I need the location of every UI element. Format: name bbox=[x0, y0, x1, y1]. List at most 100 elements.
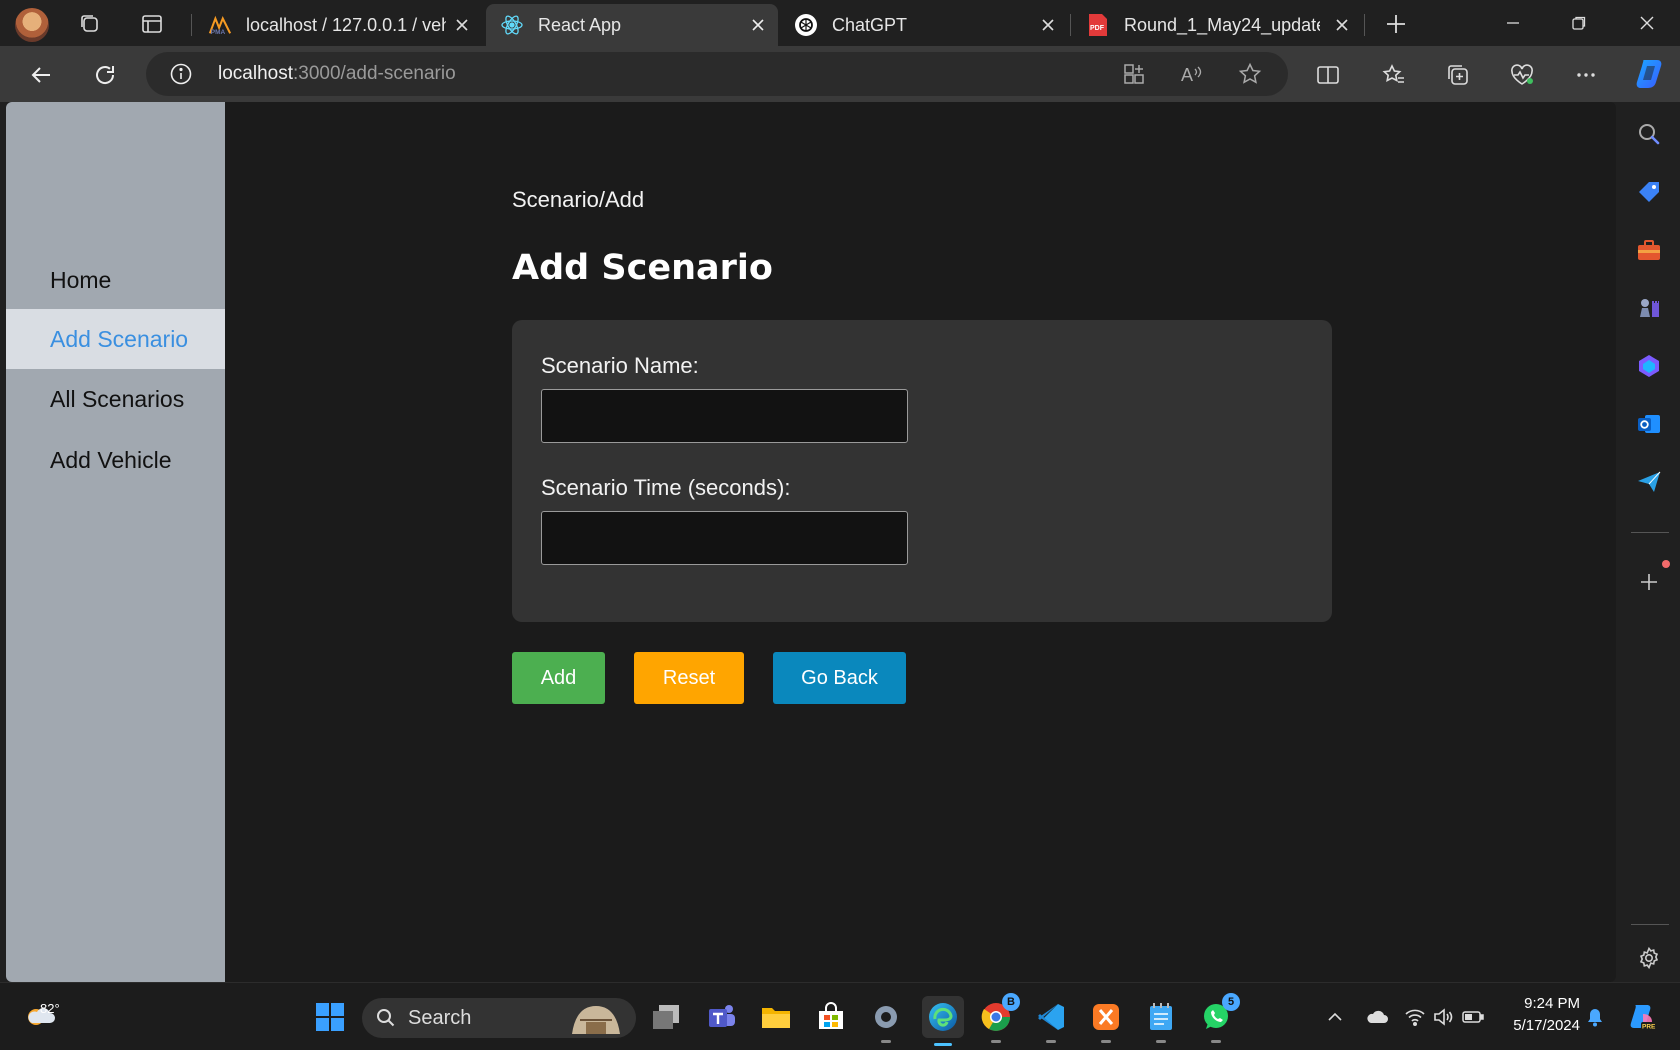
notepad-icon[interactable] bbox=[1143, 999, 1179, 1043]
taskbar-search[interactable]: Search bbox=[362, 998, 636, 1038]
url-host: localhost bbox=[218, 63, 293, 84]
windows-start-icon[interactable] bbox=[312, 999, 348, 1035]
search-icon[interactable] bbox=[1635, 120, 1663, 148]
send-plane-icon[interactable] bbox=[1635, 468, 1663, 496]
copilot-pre-icon[interactable]: PRE bbox=[1626, 1001, 1658, 1033]
collections-icon[interactable] bbox=[1441, 58, 1475, 92]
close-window-icon[interactable] bbox=[1624, 8, 1670, 38]
volume-icon[interactable] bbox=[1432, 1006, 1454, 1028]
close-tab-icon[interactable] bbox=[1332, 15, 1352, 35]
minimize-icon[interactable] bbox=[1490, 8, 1536, 38]
phpmyadmin-icon: PMA bbox=[208, 13, 232, 37]
svg-text:PDF: PDF bbox=[1090, 25, 1105, 32]
edge-browser-icon[interactable] bbox=[922, 996, 964, 1046]
close-tab-icon[interactable] bbox=[748, 15, 768, 35]
browser-toolbar: localhost:3000/add-scenario A bbox=[0, 46, 1680, 102]
tab-title: Round_1_May24_updated bbox=[1124, 14, 1320, 35]
scenario-name-input[interactable] bbox=[541, 389, 908, 443]
reset-button[interactable]: Reset bbox=[634, 652, 744, 704]
clock-date: 5/17/2024 bbox=[1513, 1017, 1580, 1034]
teams-icon[interactable] bbox=[704, 999, 740, 1035]
back-arrow-icon[interactable] bbox=[24, 58, 58, 92]
pdf-icon: PDF bbox=[1086, 13, 1110, 37]
outlook-icon[interactable] bbox=[1635, 410, 1663, 438]
address-bar[interactable]: localhost:3000/add-scenario A bbox=[146, 52, 1288, 96]
settings-gear-icon[interactable] bbox=[1635, 944, 1663, 972]
add-sidebar-app-icon[interactable] bbox=[1635, 568, 1663, 596]
svg-text:A: A bbox=[1181, 65, 1193, 85]
svg-text:PMA: PMA bbox=[211, 29, 226, 36]
sidebar-item-add-vehicle[interactable]: Add Vehicle bbox=[6, 430, 225, 490]
chrome-profile-badge: B bbox=[1002, 993, 1020, 1011]
page-viewport: Home Add Scenario All Scenarios Add Vehi… bbox=[6, 102, 1616, 982]
wifi-icon[interactable] bbox=[1404, 1006, 1426, 1028]
windows-taskbar: 82° Search B 5 9:24 PM 5/17/2024 PRE bbox=[0, 982, 1680, 1050]
scenario-form: Scenario Name: Scenario Time (seconds): bbox=[512, 320, 1332, 622]
microsoft-store-icon[interactable] bbox=[813, 999, 849, 1035]
new-tab-icon[interactable] bbox=[1382, 10, 1410, 38]
notification-dot bbox=[1662, 560, 1670, 568]
favorite-star-icon[interactable] bbox=[1238, 62, 1262, 86]
svg-text:PRE: PRE bbox=[1642, 1024, 1656, 1031]
url-text[interactable]: localhost:3000/add-scenario bbox=[218, 63, 456, 85]
go-back-button[interactable]: Go Back bbox=[773, 652, 906, 704]
scenario-time-label: Scenario Time (seconds): bbox=[541, 475, 791, 500]
sidebar-item-all-scenarios[interactable]: All Scenarios bbox=[6, 369, 225, 429]
sidebar-item-home[interactable]: Home bbox=[6, 250, 225, 310]
battery-icon[interactable] bbox=[1462, 1006, 1484, 1028]
browser-tab-strip: PMA localhost / 127.0.0.1 / veh React Ap… bbox=[0, 0, 1680, 46]
restore-icon[interactable] bbox=[1556, 8, 1602, 38]
tab-pdf[interactable]: PDF Round_1_May24_updated bbox=[1072, 4, 1362, 46]
favorites-icon[interactable] bbox=[1377, 58, 1411, 92]
system-clock[interactable]: 9:24 PM 5/17/2024 bbox=[1500, 993, 1580, 1037]
breadcrumb: Scenario/Add bbox=[512, 187, 645, 212]
react-icon bbox=[500, 13, 524, 37]
copilot-m365-icon[interactable] bbox=[1635, 352, 1663, 380]
tab-title: ChatGPT bbox=[832, 14, 908, 35]
tab-phpmyadmin[interactable]: PMA localhost / 127.0.0.1 / veh bbox=[194, 4, 482, 46]
settings-gear-icon[interactable] bbox=[868, 999, 904, 1043]
read-aloud-icon[interactable]: A bbox=[1180, 62, 1204, 86]
tab-react-app[interactable]: React App bbox=[486, 4, 778, 46]
close-tab-icon[interactable] bbox=[452, 15, 472, 35]
scenario-time-input[interactable] bbox=[541, 511, 908, 565]
onedrive-cloud-icon[interactable] bbox=[1366, 1006, 1388, 1028]
tab-title: localhost / 127.0.0.1 / veh bbox=[246, 14, 446, 35]
xampp-icon[interactable] bbox=[1088, 999, 1124, 1043]
chatgpt-icon bbox=[794, 13, 818, 37]
taskbar-search-label: Search bbox=[408, 1007, 472, 1029]
browser-essentials-icon[interactable] bbox=[1505, 58, 1539, 92]
weather-temperature: 82° bbox=[40, 1001, 60, 1016]
sidebar-item-add-scenario[interactable]: Add Scenario bbox=[6, 309, 225, 369]
shopping-tag-icon[interactable] bbox=[1635, 178, 1663, 206]
split-screen-icon[interactable] bbox=[1311, 58, 1345, 92]
file-explorer-icon[interactable] bbox=[758, 999, 794, 1035]
profile-avatar[interactable] bbox=[15, 8, 49, 42]
app-sidebar: Home Add Scenario All Scenarios Add Vehi… bbox=[6, 102, 225, 982]
scenario-name-label: Scenario Name: bbox=[541, 353, 699, 378]
search-highlight-icon bbox=[572, 1006, 620, 1034]
site-info-icon[interactable] bbox=[170, 63, 192, 85]
chevron-up-icon[interactable] bbox=[1324, 1006, 1346, 1028]
notification-bell-icon[interactable] bbox=[1584, 1006, 1606, 1028]
search-icon bbox=[377, 1009, 395, 1027]
task-view-icon[interactable] bbox=[648, 999, 684, 1035]
tab-title: React App bbox=[538, 14, 622, 35]
edge-sidebar bbox=[1617, 102, 1680, 982]
workspaces-icon[interactable] bbox=[76, 10, 104, 38]
tab-actions-icon[interactable] bbox=[138, 10, 166, 38]
clock-time: 9:24 PM bbox=[1524, 995, 1580, 1012]
more-options-icon[interactable] bbox=[1569, 58, 1603, 92]
close-tab-icon[interactable] bbox=[1038, 15, 1058, 35]
tools-briefcase-icon[interactable] bbox=[1635, 236, 1663, 264]
tab-chatgpt[interactable]: ChatGPT bbox=[780, 4, 1068, 46]
page-title: Add Scenario bbox=[512, 248, 773, 288]
refresh-icon[interactable] bbox=[88, 58, 122, 92]
add-button[interactable]: Add bbox=[512, 652, 605, 704]
vscode-icon[interactable] bbox=[1033, 999, 1069, 1043]
whatsapp-icon[interactable]: 5 bbox=[1198, 993, 1240, 1043]
chrome-icon[interactable]: B bbox=[978, 993, 1020, 1043]
games-chess-icon[interactable] bbox=[1635, 294, 1663, 322]
app-available-icon[interactable] bbox=[1122, 62, 1146, 86]
copilot-icon[interactable] bbox=[1631, 54, 1671, 94]
